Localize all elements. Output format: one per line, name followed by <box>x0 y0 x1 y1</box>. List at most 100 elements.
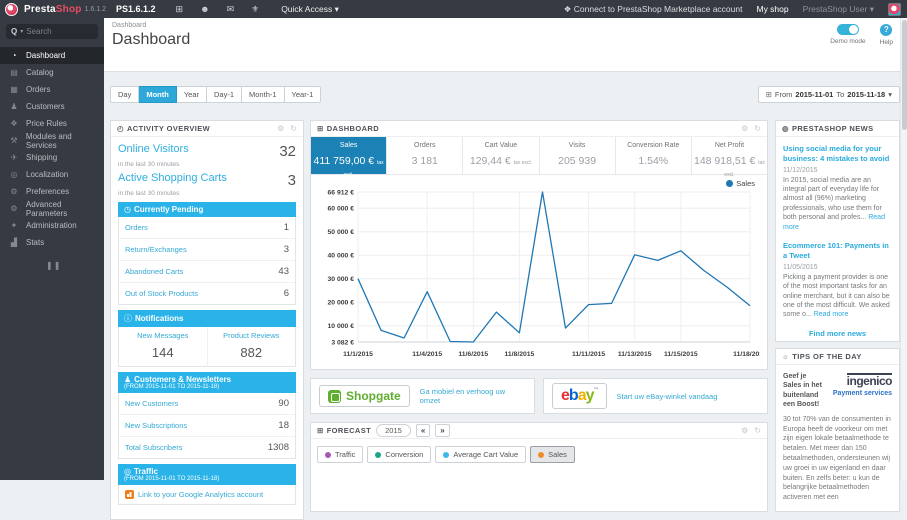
sidebar-item-dashboard[interactable]: ◔ Dashboard <box>0 47 104 64</box>
demo-mode-toggle[interactable] <box>836 24 859 35</box>
messages-icon[interactable]: ✉ <box>227 4 235 15</box>
kpi-cart-value[interactable]: Cart Value 129,44 € tax excl. <box>462 137 538 174</box>
user-avatar[interactable] <box>888 2 901 16</box>
shopgate-link[interactable]: Ga mobiel en verhoog uw omzet <box>420 387 526 405</box>
customers-row-total-subscribers: Total Subscribers 1308 <box>119 437 295 458</box>
row-link[interactable]: New Subscriptions <box>125 421 187 430</box>
connect-marketplace-link[interactable]: ❖ Connect to PrestaShop Marketplace acco… <box>564 4 743 15</box>
user-menu-label: PrestaShop User <box>802 3 868 14</box>
gear-icon[interactable]: ⚙ <box>741 124 748 133</box>
product-reviews-cell: Product Reviews 882 <box>208 327 296 366</box>
online-visitors-link[interactable]: Online Visitors <box>118 143 189 155</box>
refresh-icon[interactable]: ↻ <box>290 124 297 133</box>
previous-year-button[interactable]: « <box>415 424 431 437</box>
legend-label: Conversion <box>385 450 424 459</box>
sidebar-item-orders[interactable]: ▦ Orders <box>0 81 104 98</box>
find-more-news-link[interactable]: Find more news <box>783 329 892 338</box>
chevron-down-icon: ▾ <box>869 3 874 14</box>
lightbulb-icon: ☼ <box>782 352 790 361</box>
svg-text:11/1/2015: 11/1/2015 <box>343 351 373 358</box>
google-analytics-link[interactable]: Link to your Google Analytics account <box>138 490 263 499</box>
sidebar-item-label: Advanced Parameters <box>25 199 68 218</box>
shop-name[interactable]: PS1.6.1.2 <box>116 4 156 14</box>
row-value: 1 <box>283 222 289 233</box>
connect-marketplace-label: Connect to PrestaShop Marketplace accoun… <box>573 3 743 14</box>
chart-legend[interactable]: Sales <box>726 179 755 188</box>
cart-icon[interactable]: ⊞ <box>176 4 184 15</box>
traffic-header: ◎ Traffic (FROM 2015-11-01 TO 2015-11-18) <box>118 464 296 485</box>
kpi-net-profit[interactable]: Net Profit 148 918,51 € tax excl. <box>690 137 767 178</box>
trophy-icon[interactable]: ⚜ <box>251 4 259 15</box>
row-link[interactable]: Total Subscribers <box>125 443 183 452</box>
row-link[interactable]: Abandoned Carts <box>125 267 183 276</box>
sidebar-item-catalog[interactable]: ▤ Catalog <box>0 64 104 81</box>
search-input[interactable] <box>26 27 87 36</box>
row-value: 43 <box>278 266 289 277</box>
row-value: 3 <box>283 244 289 255</box>
period-month-button[interactable]: Month <box>139 86 177 103</box>
sidebar-item-localization[interactable]: ◎ Localization <box>0 166 104 183</box>
scrollbar-thumb[interactable] <box>902 20 907 130</box>
row-link[interactable]: Out of Stock Products <box>125 289 198 298</box>
my-shop-link[interactable]: My shop <box>756 4 788 14</box>
forecast-legend-average-cart-value[interactable]: Average Cart Value <box>435 446 527 463</box>
sidebar-item-price-rules[interactable]: ❖ Price Rules <box>0 115 104 132</box>
news-title-link[interactable]: Using social media for your business: 4 … <box>783 144 892 164</box>
collapse-menu-icon[interactable]: ❚❚ <box>46 261 104 270</box>
scrollbar[interactable] <box>900 18 907 480</box>
row-value: 18 <box>278 420 289 431</box>
sidebar-item-stats[interactable]: ▟ Stats <box>0 234 104 251</box>
pending-row-returns: Return/Exchanges 3 <box>119 239 295 261</box>
kpi-conversion-rate[interactable]: Conversion Rate 1.54% <box>614 137 691 174</box>
ebay-link[interactable]: Start uw eBay-winkel vandaag <box>617 392 718 401</box>
sidebar-item-preferences[interactable]: ⚙ Preferences <box>0 183 104 200</box>
active-carts-link[interactable]: Active Shopping Carts <box>118 172 227 184</box>
sidebar-item-modules-and-services[interactable]: ⚒ Modules and Services <box>0 132 104 150</box>
kpi-visits[interactable]: Visits 205 939 <box>538 137 615 174</box>
period-day-1-button[interactable]: Day-1 <box>207 86 243 103</box>
user-menu[interactable]: PrestaShop User ▾ <box>803 4 874 15</box>
panel-title: PRESTASHOP NEWS <box>791 124 874 133</box>
sidebar-item-shipping[interactable]: ✈ Shipping <box>0 149 104 166</box>
main-content: Dashboard Dashboard Demo mode ? Help Day… <box>104 18 907 520</box>
sidebar-item-customers[interactable]: ♟ Customers <box>0 98 104 115</box>
notifications-header: ⓘ Notifications <box>118 310 296 327</box>
row-link[interactable]: New Customers <box>125 399 178 408</box>
cell-link[interactable]: New Messages <box>121 331 205 340</box>
help-button[interactable]: ? <box>880 24 893 36</box>
gear-icon[interactable]: ⚙ <box>277 124 284 133</box>
read-more-link[interactable]: Read more <box>814 311 849 318</box>
breadcrumb[interactable]: Dashboard <box>112 22 146 29</box>
row-link[interactable]: Return/Exchanges <box>125 245 187 254</box>
sidebar-item-label: Dashboard <box>26 51 66 60</box>
svg-text:11/13/2015: 11/13/2015 <box>618 351 652 358</box>
sidebar-item-advanced-parameters[interactable]: ⚙ Advanced Parameters <box>0 199 104 218</box>
profile-icon[interactable]: ☻ <box>200 4 209 15</box>
date-range-button[interactable]: ⊞ From 2015-11-01 To 2015-11-18 ▾ <box>757 86 900 103</box>
news-date: 11/12/2015 <box>783 166 818 174</box>
sidebar-search[interactable]: Q ▾ <box>6 24 98 39</box>
cell-link[interactable]: Product Reviews <box>210 331 294 340</box>
quick-access-menu[interactable]: Quick Access ▾ <box>281 4 339 15</box>
period-day-button[interactable]: Day <box>110 86 140 103</box>
kpi-sales[interactable]: Sales 411 759,00 € tax excl. <box>311 137 387 178</box>
next-year-button[interactable]: » <box>435 424 450 437</box>
forecast-legend-traffic[interactable]: Traffic <box>317 446 364 463</box>
refresh-icon[interactable]: ↻ <box>754 426 761 435</box>
chevron-down-icon: ▾ <box>334 3 339 14</box>
kpi-orders[interactable]: Orders 3 181 <box>386 137 462 174</box>
row-link[interactable]: Orders <box>125 223 148 232</box>
news-title-link[interactable]: Ecommerce 101: Payments in a Tweet <box>783 241 892 261</box>
globe-icon: ◎ <box>124 467 131 476</box>
period-month-1-button[interactable]: Month-1 <box>242 86 285 103</box>
demo-mode-label: Demo mode <box>830 38 866 45</box>
refresh-icon[interactable]: ↻ <box>754 124 761 133</box>
sidebar-item-administration[interactable]: ✦ Administration <box>0 217 104 234</box>
svg-text:40 000 €: 40 000 € <box>328 253 355 260</box>
period-year-1-button[interactable]: Year-1 <box>284 86 322 103</box>
forecast-legend-sales[interactable]: Sales <box>530 446 575 463</box>
ingenico-logo-text: ingenico <box>846 373 893 388</box>
period-year-button[interactable]: Year <box>176 86 207 103</box>
gear-icon[interactable]: ⚙ <box>741 426 748 435</box>
forecast-legend-conversion[interactable]: Conversion <box>367 446 432 463</box>
